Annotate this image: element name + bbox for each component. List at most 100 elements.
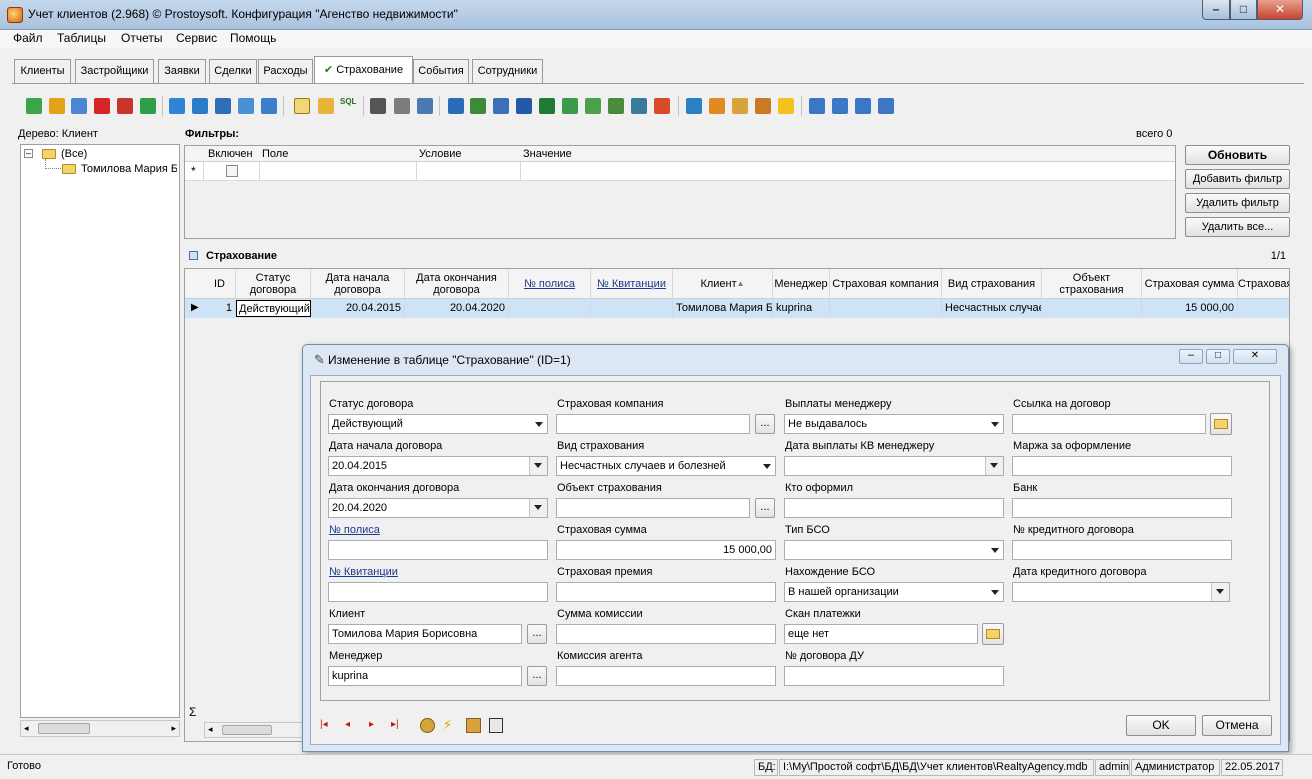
first-record-icon[interactable] <box>809 98 825 114</box>
scan-field[interactable]: еще нет <box>784 624 978 644</box>
filter-panel-icon[interactable] <box>294 98 310 114</box>
filter-edit-icon[interactable] <box>261 98 277 114</box>
dialog-maximize-button[interactable]: □ <box>1206 349 1230 364</box>
filter-col-field[interactable]: Поле <box>262 148 288 160</box>
export-word-icon[interactable] <box>493 98 509 114</box>
export-icon[interactable] <box>448 98 464 114</box>
grid-collapse-icon[interactable] <box>189 251 198 260</box>
filter-col-value[interactable]: Значение <box>523 148 572 160</box>
client-field[interactable]: Томилова Мария Борисовна <box>328 624 522 644</box>
col-insurance-extra[interactable]: Страховая <box>1238 269 1289 298</box>
margin-field[interactable] <box>1012 456 1232 476</box>
object-browse-button[interactable]: ... <box>755 498 775 518</box>
export-html-icon[interactable] <box>585 98 601 114</box>
filter-col-condition[interactable]: Условие <box>419 148 462 160</box>
document-icon[interactable] <box>489 718 503 733</box>
payouts-combobox[interactable]: Не выдавалось <box>784 414 1004 434</box>
last-record-icon[interactable] <box>878 98 894 114</box>
tab-deals[interactable]: Сделки <box>209 59 257 83</box>
columns-icon[interactable] <box>732 98 748 114</box>
cell-start-date[interactable]: 20.04.2015 <box>311 300 405 317</box>
manager-browse-button[interactable]: ... <box>527 666 547 686</box>
tab-developers[interactable]: Застройщики <box>75 59 154 83</box>
receipt-field[interactable] <box>328 582 548 602</box>
cell-receipt-no[interactable] <box>591 300 673 317</box>
premium-field[interactable] <box>556 582 776 602</box>
add-filter-button[interactable]: Добавить фильтр <box>1185 169 1290 189</box>
filter-enabled-checkbox[interactable] <box>226 165 238 177</box>
commission-field[interactable] <box>556 624 776 644</box>
type-combobox[interactable]: Несчастных случаев и болезней <box>556 456 776 476</box>
report-icon[interactable] <box>631 98 647 114</box>
delete-table-icon[interactable] <box>117 98 133 114</box>
export-excel-icon[interactable] <box>470 98 486 114</box>
window-titlebar[interactable]: Учет клиентов (2.968) © Prostoysoft. Кон… <box>0 0 1312 30</box>
dialog-close-button[interactable]: ✕ <box>1233 349 1277 364</box>
du-contract-field[interactable] <box>784 666 1004 686</box>
col-insurance-company[interactable]: Страховая компания <box>830 269 942 298</box>
previous-record-icon[interactable]: ◂ <box>345 719 350 730</box>
cell-status[interactable]: Действующий <box>236 300 311 317</box>
export-csv-icon[interactable] <box>562 98 578 114</box>
tab-insurance[interactable]: ✔ Страхование <box>314 56 413 84</box>
filter-icon[interactable] <box>169 98 185 114</box>
grid-horizontal-scrollbar[interactable]: ◂ <box>204 722 304 738</box>
sort-desc-icon[interactable] <box>709 98 725 114</box>
sort-icon[interactable] <box>686 98 702 114</box>
scroll-left-icon[interactable]: ◂ <box>24 723 29 734</box>
delete-icon[interactable] <box>94 98 110 114</box>
export-xml-icon[interactable] <box>608 98 624 114</box>
minimize-button[interactable]: – <box>1202 0 1230 20</box>
tree-root-all[interactable]: (Все) <box>61 148 87 160</box>
col-start-date[interactable]: Дата начала договора <box>311 269 405 298</box>
end-date-picker[interactable]: 20.04.2020 <box>328 498 548 518</box>
cell-end-date[interactable]: 20.04.2020 <box>405 300 509 317</box>
company-field[interactable] <box>556 414 750 434</box>
contract-link-open-button[interactable] <box>1210 413 1232 435</box>
edit-icon[interactable] <box>49 98 65 114</box>
menu-service[interactable]: Сервис <box>176 31 217 45</box>
scroll-thumb[interactable] <box>38 723 90 734</box>
cell-insurance-type[interactable]: Несчастных случае <box>942 300 1042 317</box>
filters-grid[interactable]: Включен Поле Условие Значение * <box>184 145 1176 239</box>
cell-insurance-company[interactable] <box>830 300 942 317</box>
delete-all-filters-button[interactable]: Удалить все... <box>1185 217 1290 237</box>
cell-policy-no[interactable] <box>509 300 591 317</box>
col-status[interactable]: Статус договора <box>236 269 311 298</box>
tree-collapse-icon[interactable]: – <box>24 149 33 158</box>
menu-help[interactable]: Помощь <box>230 31 276 45</box>
dialog-minimize-button[interactable]: – <box>1179 349 1203 364</box>
calendar-dropdown[interactable] <box>985 457 1003 475</box>
client-tree[interactable]: – (Все) Томилова Мария Б <box>20 144 180 718</box>
credit-contract-no-field[interactable] <box>1012 540 1232 560</box>
previous-record-icon[interactable] <box>832 98 848 114</box>
object-field[interactable] <box>556 498 750 518</box>
maximize-button[interactable]: □ <box>1230 0 1257 20</box>
bso-location-combobox[interactable]: В нашей организации <box>784 582 1004 602</box>
lightning-icon[interactable]: ⚡ <box>443 717 452 733</box>
start-date-picker[interactable]: 20.04.2015 <box>328 456 548 476</box>
menu-tables[interactable]: Таблицы <box>57 31 106 45</box>
scroll-right-icon[interactable]: ▸ <box>171 723 176 734</box>
search-icon[interactable] <box>370 98 386 114</box>
refresh-button[interactable]: Обновить <box>1185 145 1290 165</box>
settings-icon[interactable] <box>466 718 481 733</box>
col-insurance-object[interactable]: Объект страхования <box>1042 269 1142 298</box>
print-icon[interactable] <box>394 98 410 114</box>
status-combobox[interactable]: Действующий <box>328 414 548 434</box>
policy-field[interactable] <box>328 540 548 560</box>
excel-icon[interactable] <box>539 98 555 114</box>
col-end-date[interactable]: Дата окончания договора <box>405 269 509 298</box>
bso-type-combobox[interactable] <box>784 540 1004 560</box>
issuer-field[interactable] <box>784 498 1004 518</box>
scan-open-button[interactable] <box>982 623 1004 645</box>
tree-horizontal-scrollbar[interactable]: ◂ ▸ <box>20 720 180 737</box>
manager-field[interactable]: kuprina <box>328 666 522 686</box>
calendar-dropdown[interactable] <box>529 499 547 517</box>
ok-button[interactable]: OK <box>1126 715 1196 736</box>
tab-events[interactable]: События <box>413 59 469 83</box>
filter-clear-icon[interactable] <box>215 98 231 114</box>
add-record-icon[interactable] <box>26 98 42 114</box>
refresh-icon[interactable] <box>140 98 156 114</box>
lightning-icon[interactable] <box>778 98 794 114</box>
